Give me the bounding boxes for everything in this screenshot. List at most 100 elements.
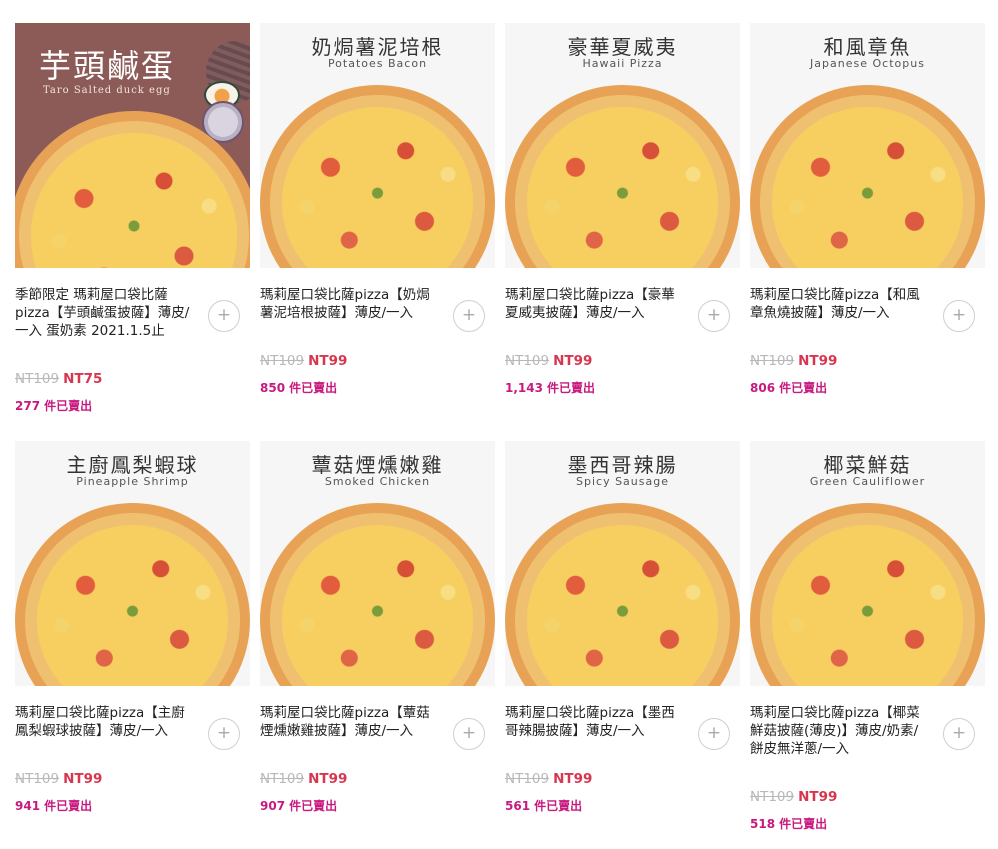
product-card[interactable]: 和風章魚 Japanese Octopus 瑪莉屋口袋比薩pizza【和風章魚燒… <box>750 23 985 441</box>
product-image[interactable]: 主廚鳳梨蝦球 Pineapple Shrimp <box>15 441 250 686</box>
banner-title: 芋頭鹹蛋 <box>39 47 176 85</box>
sold-count: 277 件已賣出 <box>15 397 92 414</box>
price-row: NT109 NT99 <box>750 353 837 369</box>
add-to-cart-button[interactable]: + <box>943 718 975 750</box>
banner-title: 奶焗薯泥培根 <box>311 35 444 59</box>
product-card[interactable]: 奶焗薯泥培根 Potatoes Bacon 瑪莉屋口袋比薩pizza【奶焗薯泥培… <box>260 23 495 441</box>
sold-number: 1,143 <box>505 381 543 395</box>
sold-count: 561 件已賣出 <box>505 797 582 814</box>
product-name[interactable]: 瑪莉屋口袋比薩pizza【墨西哥辣腸披薩】薄皮/一入 <box>505 704 685 740</box>
banner-title: 椰菜鮮菇 <box>823 453 912 477</box>
product-name[interactable]: 瑪莉屋口袋比薩pizza【奶焗薯泥培根披薩】薄皮/一入 <box>260 286 440 322</box>
product-card[interactable]: 豪華夏威夷 Hawaii Pizza 瑪莉屋口袋比薩pizza【豪華夏威夷披薩】… <box>505 23 740 441</box>
banner-title: 豪華夏威夷 <box>567 35 678 59</box>
pizza-illustration <box>750 503 985 686</box>
pizza-illustration <box>260 85 495 268</box>
price-row: NT109 NT99 <box>260 353 347 369</box>
sale-price: NT99 <box>553 353 593 369</box>
original-price: NT109 <box>505 771 550 787</box>
sale-price: NT99 <box>308 771 348 787</box>
plus-icon: + <box>706 723 722 743</box>
product-name[interactable]: 瑪莉屋口袋比薩pizza【蕈菇煙燻嫩雞披薩】薄皮/一入 <box>260 704 440 740</box>
plus-icon: + <box>951 305 967 325</box>
banner-subtitle: Smoked Chicken <box>324 475 431 488</box>
price-row: NT109 NT99 <box>750 789 837 805</box>
original-price: NT109 <box>15 771 60 787</box>
original-price: NT109 <box>750 789 795 805</box>
banner-title: 墨西哥辣腸 <box>567 453 678 477</box>
add-to-cart-button[interactable]: + <box>208 300 240 332</box>
sold-label: 件已賣出 <box>44 799 93 813</box>
sold-label: 件已賣出 <box>779 381 828 395</box>
banner-title: 主廚鳳梨蝦球 <box>66 453 199 477</box>
product-image[interactable]: 和風章魚 Japanese Octopus <box>750 23 985 268</box>
original-price: NT109 <box>505 353 550 369</box>
product-image[interactable]: 豪華夏威夷 Hawaii Pizza <box>505 23 740 268</box>
product-card[interactable]: 主廚鳳梨蝦球 Pineapple Shrimp 瑪莉屋口袋比薩pizza【主廚鳳… <box>15 441 250 849</box>
sale-price: NT99 <box>798 789 838 805</box>
sold-count: 941 件已賣出 <box>15 797 92 814</box>
add-to-cart-button[interactable]: + <box>943 300 975 332</box>
add-to-cart-button[interactable]: + <box>698 718 730 750</box>
product-card[interactable]: 芋頭鹹蛋 Taro Salted duck egg 季節限定 瑪莉屋口袋比薩pi… <box>15 23 250 441</box>
original-price: NT109 <box>260 353 305 369</box>
product-image[interactable]: 墨西哥辣腸 Spicy Sausage <box>505 441 740 686</box>
product-image[interactable]: 奶焗薯泥培根 Potatoes Bacon <box>260 23 495 268</box>
banner-subtitle: Japanese Octopus <box>810 57 925 70</box>
product-image[interactable]: 芋頭鹹蛋 Taro Salted duck egg <box>15 23 250 268</box>
pizza-illustration <box>505 85 740 268</box>
banner-title: 蕈菇煙燻嫩雞 <box>311 453 444 477</box>
sale-price: NT99 <box>308 353 348 369</box>
sold-number: 850 <box>260 381 286 395</box>
sold-label: 件已賣出 <box>289 381 338 395</box>
product-grid: 芋頭鹹蛋 Taro Salted duck egg 季節限定 瑪莉屋口袋比薩pi… <box>15 23 985 849</box>
price-row: NT109 NT75 <box>15 371 102 387</box>
sold-number: 941 <box>15 799 41 813</box>
sold-count: 850 件已賣出 <box>260 379 337 396</box>
add-to-cart-button[interactable]: + <box>453 300 485 332</box>
plus-icon: + <box>461 305 477 325</box>
original-price: NT109 <box>750 353 795 369</box>
sold-number: 907 <box>260 799 286 813</box>
plus-icon: + <box>216 723 232 743</box>
sold-label: 件已賣出 <box>289 799 338 813</box>
plus-icon: + <box>706 305 722 325</box>
sale-price: NT99 <box>798 353 838 369</box>
product-image[interactable]: 蕈菇煙燻嫩雞 Smoked Chicken <box>260 441 495 686</box>
product-name[interactable]: 瑪莉屋口袋比薩pizza【椰菜鮮菇披薩(薄皮)】薄皮/奶素/餅皮無洋蔥/一入 <box>750 704 930 758</box>
plus-icon: + <box>216 305 232 325</box>
sold-label: 件已賣出 <box>779 817 828 831</box>
banner-title: 和風章魚 <box>823 35 912 59</box>
price-row: NT109 NT99 <box>15 771 102 787</box>
pizza-illustration <box>505 503 740 686</box>
price-row: NT109 NT99 <box>505 771 592 787</box>
price-row: NT109 NT99 <box>260 771 347 787</box>
banner-subtitle: Spicy Sausage <box>576 475 669 488</box>
sold-number: 518 <box>750 817 776 831</box>
product-name[interactable]: 瑪莉屋口袋比薩pizza【豪華夏威夷披薩】薄皮/一入 <box>505 286 685 322</box>
sold-number: 806 <box>750 381 776 395</box>
banner-subtitle: Hawaii Pizza <box>582 57 663 70</box>
banner-subtitle: Potatoes Bacon <box>327 57 428 70</box>
sale-price: NT75 <box>63 371 103 387</box>
add-to-cart-button[interactable]: + <box>453 718 485 750</box>
product-card[interactable]: 蕈菇煙燻嫩雞 Smoked Chicken 瑪莉屋口袋比薩pizza【蕈菇煙燻嫩… <box>260 441 495 849</box>
original-price: NT109 <box>15 371 60 387</box>
product-name[interactable]: 瑪莉屋口袋比薩pizza【主廚鳳梨蝦球披薩】薄皮/一入 <box>15 704 195 740</box>
pizza-illustration <box>260 503 495 686</box>
product-card[interactable]: 墨西哥辣腸 Spicy Sausage 瑪莉屋口袋比薩pizza【墨西哥辣腸披薩… <box>505 441 740 849</box>
product-image[interactable]: 椰菜鮮菇 Green Cauliflower <box>750 441 985 686</box>
pizza-illustration <box>750 85 985 268</box>
add-to-cart-button[interactable]: + <box>698 300 730 332</box>
plus-icon: + <box>951 723 967 743</box>
sold-number: 561 <box>505 799 531 813</box>
product-name[interactable]: 瑪莉屋口袋比薩pizza【和風章魚燒披薩】薄皮/一入 <box>750 286 930 322</box>
product-card[interactable]: 椰菜鮮菇 Green Cauliflower 瑪莉屋口袋比薩pizza【椰菜鮮菇… <box>750 441 985 849</box>
sold-count: 806 件已賣出 <box>750 379 827 396</box>
product-name[interactable]: 季節限定 瑪莉屋口袋比薩pizza【芋頭鹹蛋披薩】薄皮/一入 蛋奶素 2021.… <box>15 286 195 340</box>
price-row: NT109 NT99 <box>505 353 592 369</box>
sold-label: 件已賣出 <box>44 399 93 413</box>
add-to-cart-button[interactable]: + <box>208 718 240 750</box>
pizza-illustration <box>15 503 250 686</box>
sale-price: NT99 <box>553 771 593 787</box>
